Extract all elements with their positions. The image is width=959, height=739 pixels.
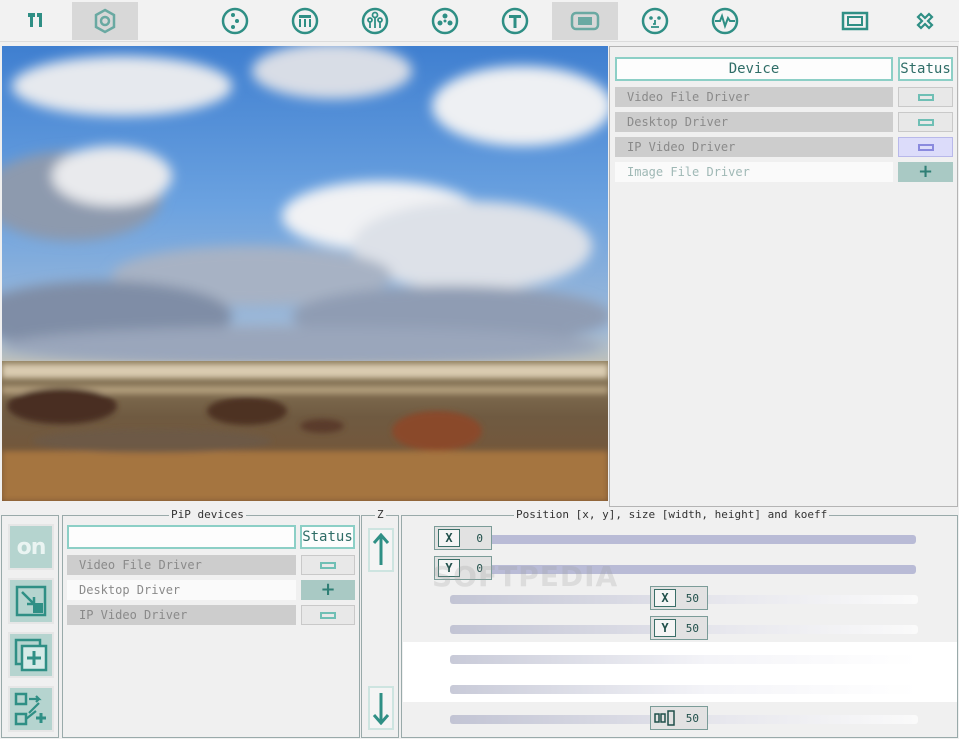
position-title: Position [x, y], size [width, height] an… (514, 508, 830, 521)
status-plus-button[interactable]: + (898, 162, 953, 182)
plus-icon: + (320, 579, 336, 600)
pip-devices-title: PiP devices (169, 508, 246, 521)
device-panel: Device Status Video File Driver Desktop … (609, 46, 958, 507)
dots-icon[interactable] (216, 2, 254, 40)
video-preview[interactable] (2, 46, 608, 501)
minus-icon (917, 143, 934, 151)
koeff-slider-handle[interactable]: 50 (650, 706, 708, 730)
z-title: Z (375, 508, 386, 521)
pip-row-ip-video[interactable]: IP Video Driver (67, 605, 296, 625)
on-button[interactable]: on (8, 524, 54, 570)
side-button-panel: on (1, 515, 59, 738)
pad-icon[interactable] (426, 2, 464, 40)
pip-row-desktop[interactable]: Desktop Driver (67, 580, 296, 600)
koeff-icon (654, 709, 676, 727)
status-minus-active-button[interactable] (898, 137, 953, 157)
text-icon[interactable] (496, 2, 534, 40)
minus-icon (320, 561, 336, 569)
status-column-header[interactable]: Status (898, 57, 953, 81)
device-row-ip-video[interactable]: IP Video Driver (615, 137, 893, 157)
status-minus-button[interactable] (898, 87, 953, 107)
pip-row-video-file[interactable]: Video File Driver (67, 555, 296, 575)
device-row-video-file[interactable]: Video File Driver (615, 87, 893, 107)
width-slider-handle[interactable]: X 50 (650, 586, 708, 610)
pulse-icon[interactable] (706, 2, 744, 40)
height-value: 50 (685, 621, 699, 635)
resize-button[interactable] (8, 578, 54, 624)
device-row-desktop[interactable]: Desktop Driver (615, 112, 893, 132)
x-value: 0 (476, 531, 483, 545)
tree-icon[interactable] (356, 2, 394, 40)
arrow-down-icon (372, 693, 390, 725)
arrange-icon (14, 692, 46, 726)
watermark: SOFTPEDIA (432, 560, 619, 593)
pip-status-header[interactable]: Status (300, 525, 355, 549)
resize-icon (15, 585, 47, 617)
top-toolbar (0, 0, 959, 42)
z-down-button[interactable] (368, 686, 394, 730)
height-icon: Y (654, 619, 676, 637)
x-slider-track[interactable] (462, 535, 916, 544)
z-up-button[interactable] (368, 528, 394, 572)
minus-icon (917, 118, 934, 126)
window-icon[interactable] (836, 2, 874, 40)
x-icon: X (438, 529, 460, 547)
minus-icon (917, 93, 934, 101)
height-slider-handle[interactable]: Y 50 (650, 616, 708, 640)
gear-icon[interactable] (72, 2, 138, 40)
on-label: on (16, 534, 47, 560)
z-order-panel: Z (361, 508, 399, 738)
width-value: 50 (685, 591, 699, 605)
plus-icon: + (917, 161, 934, 182)
pip-device-header[interactable] (67, 525, 296, 549)
position-panel: Position [x, y], size [width, height] an… (401, 508, 958, 738)
add-layer-icon (14, 638, 48, 672)
pip-status-plus-button[interactable]: + (301, 580, 355, 600)
beach-scene-image (2, 46, 608, 501)
device-column-header[interactable]: Device (615, 57, 893, 81)
pip-status-minus-button[interactable] (301, 605, 355, 625)
status-minus-button[interactable] (898, 112, 953, 132)
screen-icon[interactable] (552, 2, 618, 40)
face-icon[interactable] (636, 2, 674, 40)
width-icon: X (654, 589, 676, 607)
pip-devices-panel: PiP devices Status Video File Driver Des… (62, 508, 360, 738)
close-icon[interactable] (906, 2, 944, 40)
pip-status-minus-button[interactable] (301, 555, 355, 575)
koeff-value: 50 (685, 711, 699, 725)
arrange-button[interactable] (8, 686, 54, 732)
minus-icon (320, 611, 336, 619)
antenna-icon[interactable] (16, 2, 54, 40)
arrow-up-icon (372, 533, 390, 565)
add-layer-button[interactable] (8, 632, 54, 678)
disabled-slider-track (450, 655, 918, 664)
x-slider-handle[interactable]: X 0 (434, 526, 492, 550)
disabled-slider-track (450, 685, 918, 694)
store-icon[interactable] (286, 2, 324, 40)
device-row-image-file[interactable]: Image File Driver (615, 162, 893, 182)
